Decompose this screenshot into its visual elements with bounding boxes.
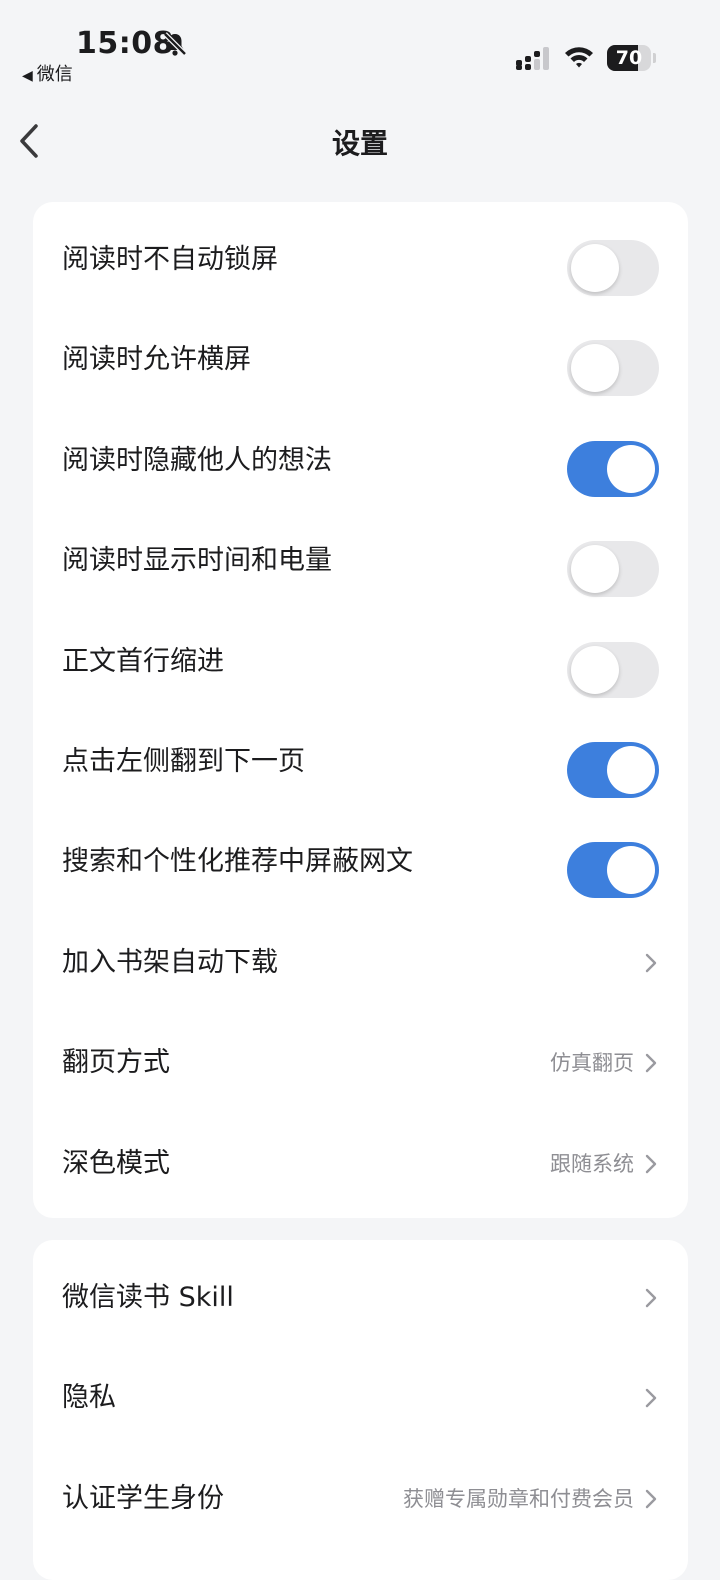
setting-label: 微信读书 Skill — [62, 1282, 234, 1313]
setting-label: 阅读时显示时间和电量 — [62, 545, 332, 577]
chevron-right-icon — [645, 1489, 657, 1508]
toggle-switch[interactable] — [567, 541, 659, 598]
setting-row-2[interactable]: 阅读时隐藏他人的想法 — [33, 411, 688, 511]
setting-label: 搜索和个性化推荐中屏蔽网文 — [62, 846, 413, 878]
setting-label: 深色模式 — [62, 1147, 170, 1179]
back-to-app-link[interactable]: ◀ 微信 — [22, 60, 73, 86]
setting-value: 仿真翻页 — [550, 1051, 634, 1076]
setting-row-5[interactable]: 点击左侧翻到下一页 — [33, 712, 688, 812]
toggle-switch[interactable] — [567, 340, 659, 397]
toggle-knob — [571, 244, 619, 292]
toggle-switch[interactable] — [567, 440, 659, 497]
toggle-knob — [571, 344, 619, 393]
setting-label: 点击左侧翻到下一页 — [62, 745, 305, 777]
toggle-switch[interactable] — [567, 741, 659, 798]
setting-row-11[interactable]: 隐私 — [33, 1348, 688, 1448]
setting-row-3[interactable]: 阅读时显示时间和电量 — [33, 511, 688, 611]
signal-icon — [516, 47, 549, 70]
setting-label: 正文首行缩进 — [62, 645, 224, 677]
setting-row-7[interactable]: 加入书架自动下载 — [33, 913, 688, 1013]
chevron-right-icon — [645, 1154, 657, 1173]
toggle-switch[interactable] — [567, 842, 659, 899]
page-title: 设置 — [331, 127, 388, 160]
setting-label: 阅读时允许横屏 — [62, 344, 251, 376]
toggle-knob — [571, 545, 619, 594]
status-time: 15:08 — [76, 26, 174, 61]
setting-value: 获赠专属勋章和付费会员 — [403, 1486, 634, 1511]
toggle-switch[interactable] — [567, 641, 659, 698]
wifi-icon — [565, 47, 593, 68]
settings-card-account: 微信读书 Skill 隐私认证学生身份 获赠专属勋章和付费会员 — [33, 1240, 688, 1580]
setting-row-12[interactable]: 认证学生身份 获赠专属勋章和付费会员 — [33, 1449, 688, 1549]
setting-row-4[interactable]: 正文首行缩进 — [33, 612, 688, 712]
setting-row-1[interactable]: 阅读时允许横屏 — [33, 310, 688, 410]
setting-row-10[interactable]: 微信读书 Skill — [33, 1248, 688, 1348]
setting-label: 翻页方式 — [62, 1047, 170, 1079]
setting-value: 跟随系统 — [550, 1151, 634, 1176]
bell-slash-icon — [163, 32, 187, 56]
chevron-right-icon — [645, 953, 657, 972]
toggle-switch[interactable] — [567, 240, 659, 296]
toggle-knob — [607, 745, 655, 794]
setting-label: 加入书架自动下载 — [62, 946, 278, 978]
toggle-knob — [571, 645, 619, 694]
battery-level: 70 — [615, 47, 643, 69]
battery-body: 70 — [607, 45, 651, 71]
setting-label: 隐私 — [62, 1382, 116, 1414]
chevron-right-icon — [645, 1288, 657, 1308]
chevron-right-icon — [645, 1053, 657, 1073]
setting-row-0[interactable]: 阅读时不自动锁屏 — [33, 210, 688, 310]
setting-label: 阅读时不自动锁屏 — [62, 244, 278, 275]
back-triangle-icon: ◀ — [22, 68, 33, 84]
settings-card-reading: 阅读时不自动锁屏 阅读时允许横屏阅读时隐藏他人的想法 阅读时显示时间和电量 正文首行缩… — [33, 202, 688, 1218]
setting-row-6[interactable]: 搜索和个性化推荐中屏蔽网文 — [33, 812, 688, 912]
chevron-right-icon — [645, 1389, 657, 1408]
battery-tip — [653, 53, 656, 63]
setting-label: 阅读时隐藏他人的想法 — [62, 444, 332, 476]
back-app-label: 微信 — [36, 64, 73, 85]
status-bar: 15:08 ◀ 微信 70 — [0, 0, 720, 100]
setting-row-8[interactable]: 翻页方式 仿真翻页 — [33, 1013, 688, 1113]
toggle-knob — [607, 846, 655, 895]
toggle-knob — [607, 444, 655, 493]
setting-label: 认证学生身份 — [62, 1482, 224, 1514]
setting-row-9[interactable]: 深色模式 跟随系统 — [33, 1114, 688, 1214]
battery-icon: 70 — [607, 45, 656, 71]
